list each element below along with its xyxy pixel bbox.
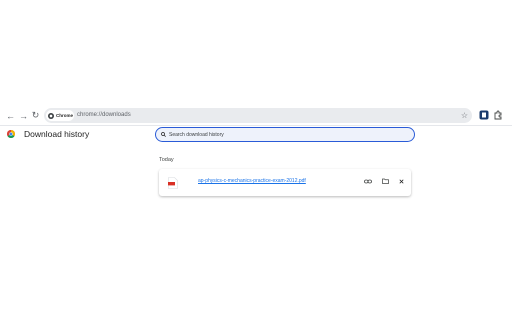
date-heading: Today (159, 157, 174, 163)
arrow-right-icon: → (19, 110, 28, 121)
url-text[interactable]: chrome://downloads (77, 111, 131, 120)
back-button[interactable]: ← (4, 109, 17, 122)
download-item: ap-physics-c-mechanics-practice-exam-201… (159, 169, 411, 196)
close-icon (398, 178, 404, 184)
chrome-icon (48, 112, 54, 119)
show-in-folder-button[interactable] (380, 176, 390, 186)
pdf-file-icon (168, 177, 178, 189)
download-file-link[interactable]: ap-physics-c-mechanics-practice-exam-201… (198, 178, 306, 184)
reload-icon: ↻ (31, 110, 40, 120)
search-icon (161, 132, 166, 137)
page-title: Download history (24, 129, 90, 139)
site-chip-label: Chrome (56, 113, 74, 118)
search-box[interactable] (155, 127, 415, 142)
arrow-left-icon: ← (6, 110, 15, 121)
chrome-logo-icon (7, 130, 15, 138)
puzzle-icon[interactable] (493, 110, 503, 120)
address-bar[interactable]: Chrome chrome://downloads ☆ (44, 108, 472, 123)
search-input[interactable] (169, 131, 399, 138)
remove-button[interactable] (396, 176, 406, 186)
blank-area (0, 0, 512, 106)
reload-button[interactable]: ↻ (29, 109, 42, 122)
extension-icon[interactable] (479, 110, 489, 120)
site-chip[interactable]: Chrome (46, 110, 74, 121)
link-icon (364, 179, 372, 183)
folder-icon (381, 178, 389, 184)
copy-link-button[interactable] (363, 176, 373, 186)
star-icon[interactable]: ☆ (461, 110, 468, 121)
browser-toolbar: ← → ↻ Chrome chrome://downloads ☆ (0, 106, 512, 125)
